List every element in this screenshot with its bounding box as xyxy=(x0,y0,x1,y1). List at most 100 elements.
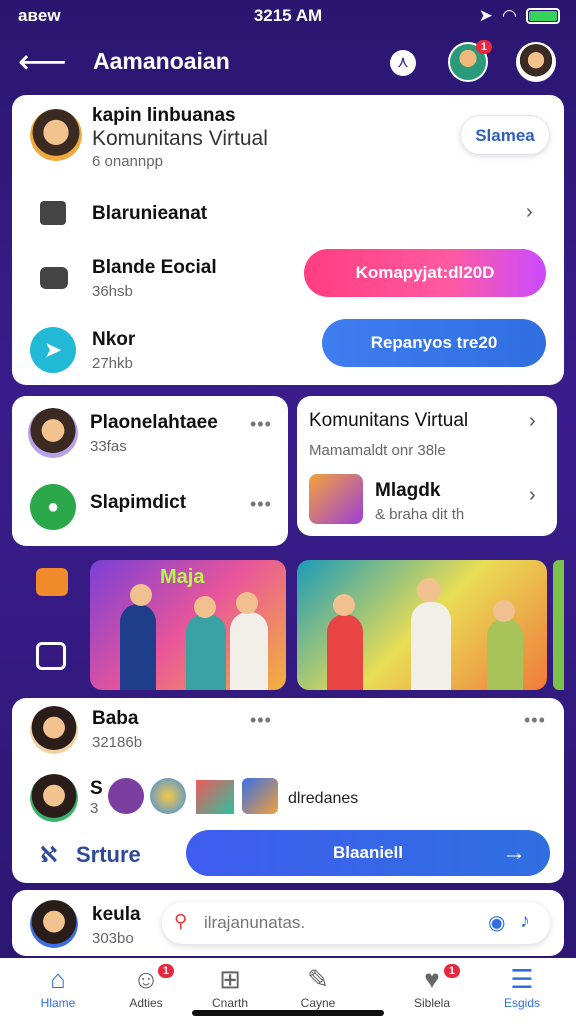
action-label[interactable]: Srture xyxy=(76,842,141,868)
location-icon: ➤ xyxy=(478,6,493,25)
chat-icon: ● xyxy=(30,484,76,530)
community-avatar[interactable] xyxy=(30,109,82,161)
member-avatar[interactable] xyxy=(30,706,78,754)
item-sub: & braha dit th xyxy=(375,506,465,523)
tab-menu[interactable]: ☰ Esgids xyxy=(474,964,570,1010)
tab-activities[interactable]: ☺ 1 Adties xyxy=(98,964,194,1010)
chevron-right-icon[interactable]: › xyxy=(529,410,536,433)
music-icon[interactable]: ♪ xyxy=(520,910,530,933)
member-sub: 3 xyxy=(90,800,99,817)
tab-compose[interactable]: ✎ Cayne xyxy=(270,964,366,1010)
sort-icon[interactable]: ℵ xyxy=(40,842,57,868)
more-icon[interactable]: ••• xyxy=(250,414,272,435)
tab-home[interactable]: ⌂ Hlame xyxy=(10,964,106,1010)
tab-badge: 1 xyxy=(157,964,174,978)
image-card-peek xyxy=(553,560,564,690)
chevron-right-icon[interactable]: › xyxy=(529,484,536,507)
notification-badge: 1 xyxy=(475,40,492,54)
add-icon: ⊞ xyxy=(219,964,241,994)
search-input[interactable] xyxy=(204,910,464,936)
row-label[interactable]: Blarunieanat xyxy=(92,203,207,225)
group-label: dlredanes xyxy=(288,790,359,807)
item-name: Mlagdk xyxy=(375,480,441,501)
more-icon[interactable]: ••• xyxy=(250,710,272,731)
chevron-right-icon[interactable]: › xyxy=(526,201,533,224)
community-primary-button[interactable]: Komapyjat:dl20D xyxy=(304,249,546,297)
member-sub: 32186b xyxy=(92,734,143,751)
tab-label: Adties xyxy=(129,996,163,1010)
more-icon[interactable]: ••• xyxy=(524,710,546,731)
footer-sub: 303bo xyxy=(92,930,134,947)
member-sub: 33fas xyxy=(90,438,127,455)
group-avatar xyxy=(196,780,234,814)
community-meta: 6 onannpp xyxy=(92,153,163,170)
member-avatar[interactable] xyxy=(30,774,78,822)
row-label: Blande Eocial xyxy=(92,257,217,278)
community-image-card[interactable] xyxy=(297,560,547,690)
image-caption: Maja xyxy=(160,566,205,588)
send-icon: ➤ xyxy=(30,327,76,373)
tab-badge: 1 xyxy=(443,964,460,978)
tab-label: Hlame xyxy=(40,996,76,1010)
member-avatar[interactable] xyxy=(28,408,78,458)
footer-avatar[interactable] xyxy=(30,900,78,948)
right-card-subtitle: Mamamaldt onr 38le xyxy=(309,442,446,459)
brand-icon[interactable]: ⋏ xyxy=(390,50,416,76)
footer-name: keula xyxy=(92,904,141,925)
wifi-icon: ◠ xyxy=(502,6,516,25)
status-bar: aвew 3215 AM ➤ ◠ xyxy=(0,0,576,32)
community-secondary-button[interactable]: Repanyos tre20 xyxy=(322,319,546,367)
app-header: ⟵ Aamanoaian ⋏ 1 xyxy=(0,36,576,92)
battery-icon xyxy=(526,8,560,24)
group-icon xyxy=(40,267,68,289)
camera-icon[interactable]: ◉ xyxy=(488,910,505,935)
back-arrow-icon[interactable]: ⟵ xyxy=(18,42,67,82)
right-community-card: Komunitans Virtual › Mamamaldt onr 38le … xyxy=(297,396,557,536)
calendar-icon xyxy=(40,201,66,225)
main-card: kapin linbuanas Komunitans Virtual 6 ona… xyxy=(12,95,564,385)
search-icon: ⚲ xyxy=(174,911,188,931)
group-avatar xyxy=(108,778,144,814)
member-name: S xyxy=(90,778,103,799)
main-action-button[interactable]: Blaaniell → xyxy=(186,830,550,876)
row-sub: 27hkb xyxy=(92,355,133,372)
profile-avatar[interactable] xyxy=(516,42,556,82)
footer-card: keula 303bo ⚲ ◉ ♪ xyxy=(12,890,564,956)
page-title: Aamanoaian xyxy=(93,48,230,74)
arrow-right-icon: → xyxy=(502,839,526,866)
heart-icon: ♥ xyxy=(424,964,440,994)
group-avatar xyxy=(150,778,186,814)
right-card-title: Komunitans Virtual xyxy=(309,410,469,431)
tab-label: Cnarth xyxy=(211,996,249,1010)
member-name: Slapimdict xyxy=(90,492,187,513)
menu-icon: ☰ xyxy=(510,964,534,994)
row-sub: 36hsb xyxy=(92,283,133,300)
group-avatar xyxy=(242,778,278,814)
more-icon[interactable]: ••• xyxy=(250,494,272,515)
edit-icon: ✎ xyxy=(307,964,329,994)
notifications-avatar[interactable]: 1 xyxy=(448,40,492,82)
item-thumbnail[interactable] xyxy=(309,474,363,524)
tab-label: Cayne xyxy=(300,996,336,1010)
home-icon: ⌂ xyxy=(50,964,66,994)
tab-favorites[interactable]: ♥ 1 Siblela xyxy=(384,964,480,1010)
member-name: Plaonelahtaee xyxy=(90,412,218,433)
tab-create[interactable]: ⊞ Cnarth xyxy=(182,964,278,1010)
tab-label: Esgids xyxy=(503,996,541,1010)
tab-label: Siblela xyxy=(413,996,451,1010)
row-label: Nkor xyxy=(92,329,136,350)
search-bar[interactable]: ⚲ ◉ ♪ xyxy=(162,902,550,944)
member-name: Baba xyxy=(92,708,139,729)
follow-button[interactable]: Slamea xyxy=(460,115,550,155)
lower-card: Baba 32186b ••• ••• S 3 dlredanes ℵ Srtu… xyxy=(12,698,564,883)
home-indicator[interactable] xyxy=(192,1010,384,1016)
status-icons: ➤ ◠ xyxy=(479,6,560,26)
community-subtitle: Komunitans Virtual xyxy=(92,127,268,150)
action-button-label: Blaaniell xyxy=(333,843,403,862)
media-icon[interactable] xyxy=(36,568,68,596)
community-image-card[interactable]: Maja xyxy=(90,560,286,690)
community-name: kapin linbuanas xyxy=(92,105,236,126)
people-icon: ☺ xyxy=(132,964,160,994)
left-list-card: Plaonelahtaee 33fas ••• ● Slapimdict ••• xyxy=(12,396,288,546)
bag-icon[interactable] xyxy=(36,642,66,670)
